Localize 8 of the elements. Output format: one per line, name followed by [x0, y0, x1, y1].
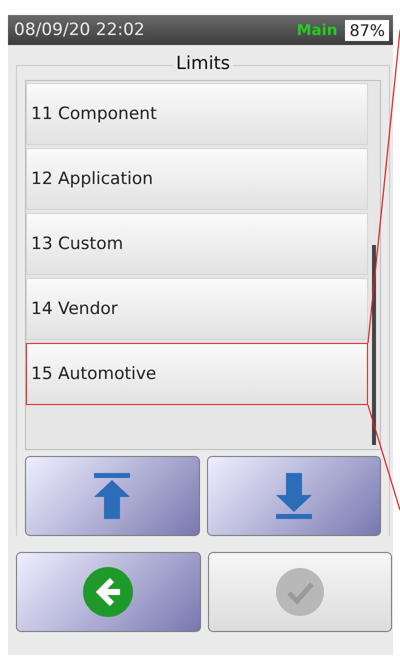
list-item[interactable]: 15 Automotive — [26, 343, 368, 405]
list-item[interactable]: 12 Application — [26, 148, 368, 210]
mode-label: Main — [296, 21, 338, 39]
list-item[interactable]: 14 Vendor — [26, 278, 368, 340]
date-time: 08/09/20 22:02 — [14, 20, 146, 40]
list-item[interactable]: 13 Custom — [26, 213, 368, 275]
battery-level: 87% — [345, 20, 389, 40]
list-item[interactable]: 11 Component — [26, 83, 368, 145]
